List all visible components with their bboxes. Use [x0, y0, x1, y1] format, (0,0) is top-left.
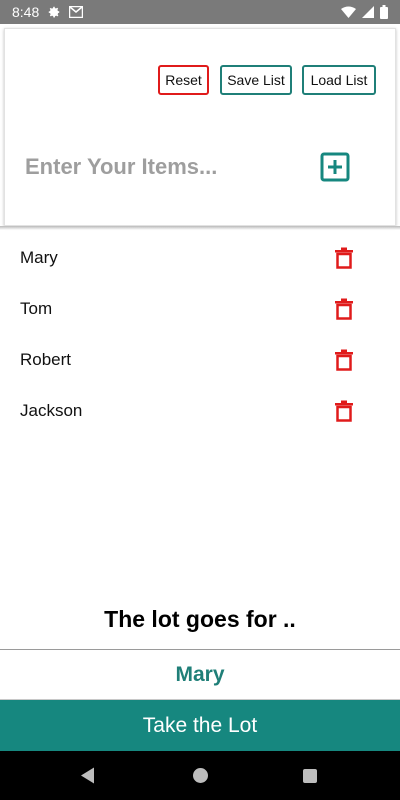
status-bar: 8:48	[0, 0, 400, 24]
item-name: Tom	[20, 298, 53, 318]
plus-square-icon	[320, 152, 350, 186]
trash-icon	[335, 400, 353, 422]
save-list-button[interactable]: Save List	[220, 65, 292, 95]
header-card: Reset Save List Load List	[4, 28, 396, 226]
wifi-icon	[341, 6, 356, 18]
item-list: Mary Tom Robert Jackson	[0, 232, 400, 436]
load-list-button[interactable]: Load List	[302, 65, 376, 95]
gear-icon	[47, 5, 61, 19]
status-right	[341, 5, 388, 19]
home-icon[interactable]	[193, 768, 208, 783]
list-item: Jackson	[0, 385, 400, 436]
divider	[0, 649, 400, 650]
winner-name: Mary	[175, 663, 225, 686]
list-item: Tom	[0, 283, 400, 334]
recents-icon[interactable]	[303, 769, 317, 783]
take-the-lot-button[interactable]: Take the Lot	[0, 700, 400, 751]
items-input[interactable]	[25, 149, 295, 185]
trash-icon	[335, 298, 353, 320]
app-screen: 8:48 Reset Save List Load List Enter You…	[0, 0, 400, 800]
delete-item-button[interactable]	[335, 298, 353, 320]
item-name: Jackson	[20, 400, 83, 420]
item-name: Mary	[20, 247, 58, 267]
trash-icon	[335, 247, 353, 269]
delete-item-button[interactable]	[335, 349, 353, 371]
status-left: 8:48	[12, 4, 84, 20]
header-shadow	[0, 226, 400, 230]
signal-icon	[362, 6, 374, 18]
add-item-button[interactable]	[320, 152, 350, 182]
list-item: Robert	[0, 334, 400, 385]
nav-bar	[0, 751, 400, 800]
result-label: The lot goes for ..	[104, 606, 296, 632]
list-item: Mary	[0, 232, 400, 283]
status-time: 8:48	[12, 4, 40, 20]
item-name: Robert	[20, 349, 72, 369]
reset-button[interactable]: Reset	[158, 65, 209, 95]
delete-item-button[interactable]	[335, 247, 353, 269]
trash-icon	[335, 349, 353, 371]
delete-item-button[interactable]	[335, 400, 353, 422]
back-icon[interactable]	[80, 767, 96, 789]
gmail-icon	[69, 6, 84, 18]
battery-icon	[380, 5, 388, 19]
